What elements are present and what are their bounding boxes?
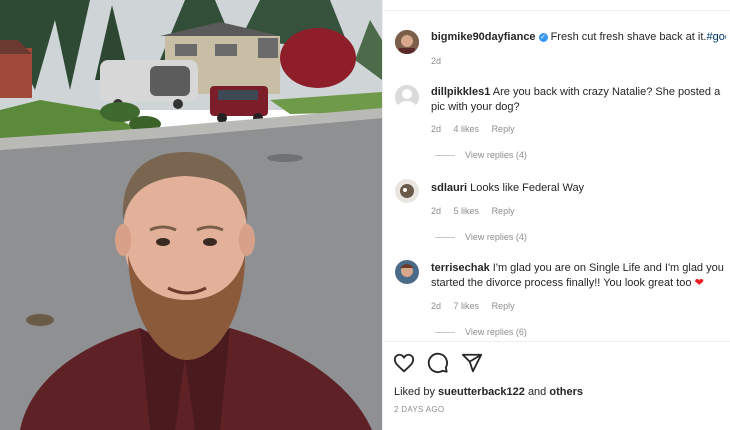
comment-username[interactable]: terrisechak — [431, 262, 490, 274]
liked-by-others[interactable]: others — [549, 386, 583, 398]
comment-username[interactable]: dillpikkles1 — [431, 86, 490, 98]
comment-age: 2d — [431, 206, 442, 216]
comment-age: 2d — [431, 124, 442, 134]
view-replies-button[interactable]: View replies (6) — [435, 327, 527, 337]
comment-meta: 2d 4 likes Reply — [431, 124, 525, 134]
comment-item: sdlauri Looks like Federal Way — [431, 181, 726, 196]
comments-panel: bigmike90dayfiance ✓ Fresh cut fresh shave… — [383, 0, 730, 430]
author-username[interactable]: bigmike90dayfiance — [431, 31, 536, 43]
reply-button[interactable]: Reply — [492, 124, 515, 134]
heart-outline-icon[interactable] — [393, 352, 415, 374]
replies-line — [435, 236, 455, 238]
post-photo — [0, 0, 382, 430]
comment-item: dillpikkles1 Are you back with crazy Nat… — [431, 85, 726, 115]
comment-icon[interactable] — [427, 352, 449, 374]
heart-emoji-icon: ❤ — [694, 277, 704, 289]
actions-divider — [383, 341, 730, 342]
reply-button[interactable]: Reply — [492, 301, 515, 311]
post-meta: 2d — [431, 56, 451, 66]
replies-line — [435, 154, 455, 156]
view-replies-button[interactable]: View replies (4) — [435, 150, 527, 160]
comment-likes[interactable]: 7 likes — [454, 301, 480, 311]
top-border — [383, 0, 730, 11]
comment-item: terrisechak I'm glad you are on Single L… — [431, 261, 726, 291]
liked-by-user[interactable]: sueutterback122 — [438, 386, 525, 398]
comment-avatar[interactable] — [395, 260, 419, 284]
view-replies-label: View replies (6) — [465, 327, 527, 337]
post-age: 2d — [431, 56, 442, 66]
caption-hashtag[interactable]: #goodvib — [706, 31, 726, 43]
caption-text: Fresh cut fresh shave back at it. — [550, 31, 707, 43]
liked-by-prefix: Liked by — [394, 386, 435, 398]
likes-summary: Liked by sueutterback122 and others — [394, 386, 583, 398]
comment-likes[interactable]: 5 likes — [454, 206, 480, 216]
author-avatar[interactable] — [395, 30, 419, 54]
comment-likes[interactable]: 4 likes — [454, 124, 480, 134]
liked-by-conj: and — [527, 386, 547, 398]
comment-avatar[interactable] — [395, 179, 419, 203]
replies-line — [435, 331, 455, 333]
post-caption: bigmike90dayfiance ✓ Fresh cut fresh shave… — [431, 30, 726, 45]
comment-meta: 2d 5 likes Reply — [431, 206, 525, 216]
comment-meta: 2d 7 likes Reply — [431, 301, 525, 311]
share-icon[interactable] — [461, 352, 483, 374]
comment-age: 2d — [431, 301, 442, 311]
view-replies-button[interactable]: View replies (4) — [435, 232, 527, 242]
comment-avatar-default[interactable] — [395, 85, 419, 109]
post-timestamp[interactable]: 2 DAYS AGO — [394, 405, 444, 414]
post-actions — [393, 352, 483, 374]
reply-button[interactable]: Reply — [492, 206, 515, 216]
view-replies-label: View replies (4) — [465, 150, 527, 160]
comment-username[interactable]: sdlauri — [431, 182, 467, 194]
comment-text: Looks like Federal Way — [470, 182, 585, 194]
view-replies-label: View replies (4) — [465, 232, 527, 242]
verified-badge-icon: ✓ — [538, 33, 548, 42]
